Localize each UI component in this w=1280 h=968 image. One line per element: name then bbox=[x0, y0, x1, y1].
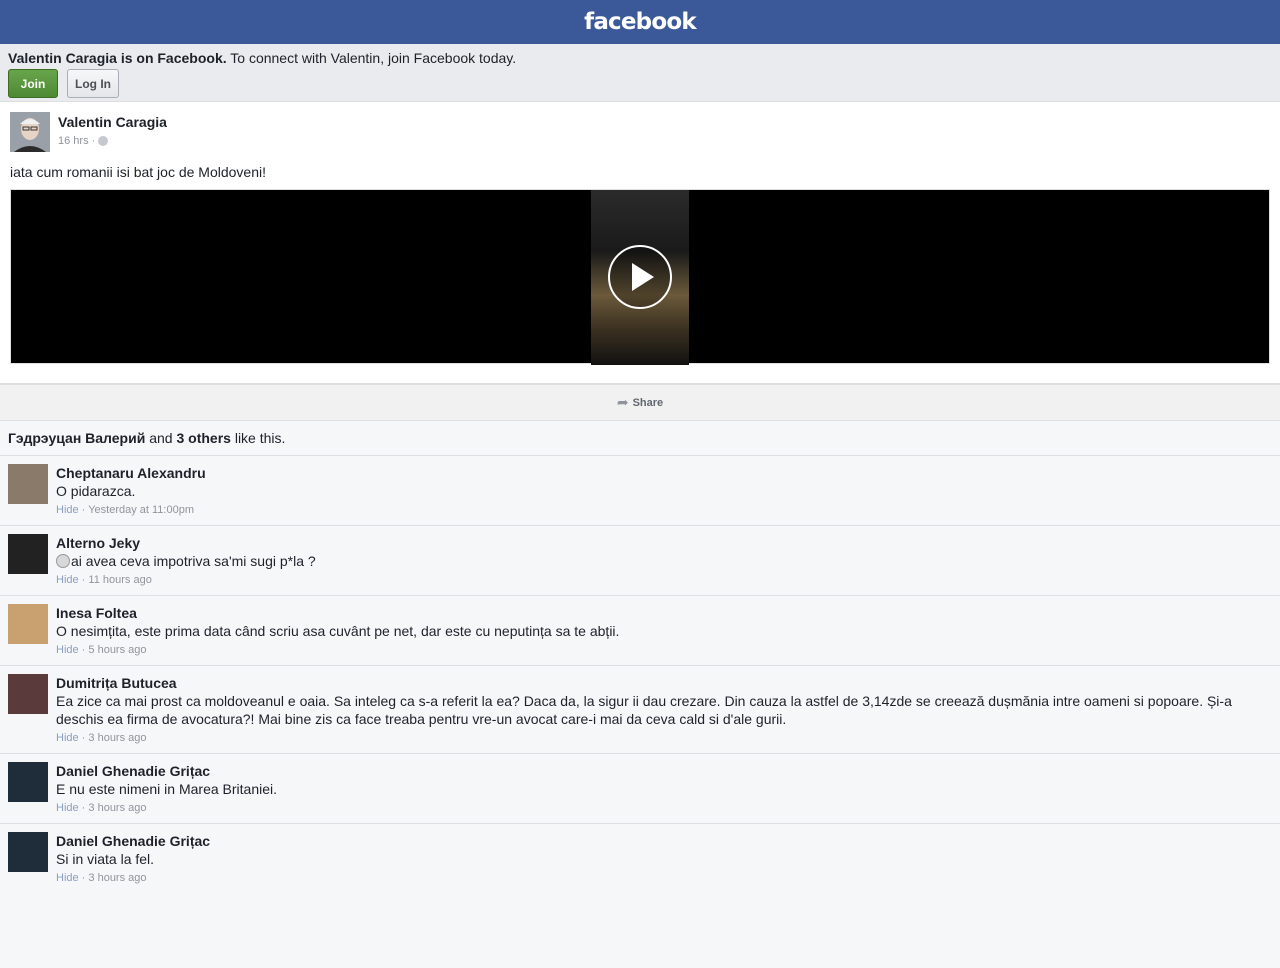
likes-summary: Гэдрэуцан Валерий and 3 others like this… bbox=[0, 421, 1280, 456]
likes-tail: like this. bbox=[234, 430, 286, 446]
post-meta: 16 hrs · bbox=[58, 135, 167, 147]
join-banner: Valentin Caragia is on Facebook. To conn… bbox=[0, 44, 1280, 102]
comment-meta: Hide · 11 hours ago bbox=[56, 574, 152, 586]
commenter-avatar[interactable] bbox=[8, 534, 48, 574]
post-author-avatar[interactable] bbox=[10, 112, 50, 152]
share-label: Share bbox=[632, 396, 664, 409]
post-author-name[interactable]: Valentin Caragia bbox=[58, 114, 167, 130]
hide-link[interactable]: Hide bbox=[56, 644, 79, 656]
hide-link[interactable]: Hide bbox=[56, 732, 79, 744]
likes-and: and bbox=[149, 430, 173, 446]
comment-meta: Hide · 5 hours ago bbox=[56, 644, 147, 656]
comment: Daniel Ghenadie Grițac E nu este nimeni … bbox=[0, 754, 1280, 824]
comment: Daniel Ghenadie Grițac Si in viata la fe… bbox=[0, 824, 1280, 893]
post-time[interactable]: 16 hrs · bbox=[58, 135, 95, 147]
emoji-icon bbox=[56, 554, 70, 568]
comment-list: Cheptanaru Alexandru O pidarazca. Hide ·… bbox=[0, 456, 1280, 893]
comment: Inesa Foltea O nesimțita, este prima dat… bbox=[0, 596, 1280, 666]
comment-body: Dumitrița Butucea Ea zice ca mai prost c… bbox=[56, 674, 1272, 753]
comment-body: Daniel Ghenadie Grițac Si in viata la fe… bbox=[56, 832, 210, 893]
comment: Dumitrița Butucea Ea zice ca mai prost c… bbox=[0, 666, 1280, 754]
comment-body: Alterno Jeky ai avea ceva impotriva sa'm… bbox=[56, 534, 316, 595]
join-name-bold: Valentin Caragia is on Facebook. bbox=[8, 50, 227, 66]
commenter-name[interactable]: Daniel Ghenadie Grițac bbox=[56, 762, 277, 780]
comment-meta: Hide · 3 hours ago bbox=[56, 802, 147, 814]
join-rest-text: To connect with Valentin, join Facebook … bbox=[230, 50, 517, 66]
comment-meta: Hide · 3 hours ago bbox=[56, 872, 147, 884]
commenter-name[interactable]: Daniel Ghenadie Grițac bbox=[56, 832, 210, 850]
hide-link[interactable]: Hide bbox=[56, 872, 79, 884]
hide-link[interactable]: Hide bbox=[56, 802, 79, 814]
commenter-name[interactable]: Cheptanaru Alexandru bbox=[56, 464, 206, 482]
comment-time[interactable]: 5 hours ago bbox=[88, 644, 146, 656]
comment-text: O pidarazca. bbox=[56, 483, 136, 499]
comment-text: E nu este nimeni in Marea Britaniei. bbox=[56, 781, 277, 797]
hide-link[interactable]: Hide bbox=[56, 574, 79, 586]
facebook-logo[interactable]: facebook bbox=[584, 9, 697, 35]
join-button[interactable]: Join bbox=[8, 69, 58, 98]
comment-text: O nesimțita, este prima data când scriu … bbox=[56, 623, 620, 639]
comment-time[interactable]: 3 hours ago bbox=[88, 732, 146, 744]
hide-link[interactable]: Hide bbox=[56, 504, 79, 516]
comment-time[interactable]: 11 hours ago bbox=[88, 574, 151, 586]
top-bar: facebook bbox=[0, 0, 1280, 44]
globe-icon bbox=[98, 136, 109, 146]
post-text: iata cum romanii isi bat joc de Moldoven… bbox=[10, 164, 267, 180]
commenter-avatar[interactable] bbox=[8, 464, 48, 504]
comment-text: Si in viata la fel. bbox=[56, 851, 155, 867]
commenter-avatar[interactable] bbox=[8, 604, 48, 644]
share-button[interactable]: ➦ Share bbox=[0, 384, 1280, 421]
share-arrow-icon: ➦ bbox=[616, 394, 629, 410]
commenter-avatar[interactable] bbox=[8, 674, 48, 714]
post-author-block: Valentin Caragia 16 hrs · bbox=[58, 112, 167, 147]
post: Valentin Caragia 16 hrs · iata cum roman… bbox=[0, 102, 1280, 384]
comment-body: Daniel Ghenadie Grițac E nu este nimeni … bbox=[56, 762, 277, 823]
commenter-avatar[interactable] bbox=[8, 832, 48, 872]
comment-time[interactable]: 3 hours ago bbox=[88, 802, 146, 814]
comment-body: Inesa Foltea O nesimțita, este prima dat… bbox=[56, 604, 619, 665]
video-player[interactable] bbox=[10, 189, 1270, 365]
comment-meta: Hide · 3 hours ago bbox=[56, 732, 147, 744]
comment-meta: Hide · Yesterday at 11:00pm bbox=[56, 504, 194, 516]
post-header: Valentin Caragia 16 hrs · bbox=[10, 112, 1270, 152]
comment-time[interactable]: Yesterday at 11:00pm bbox=[88, 504, 194, 516]
comment-text-wrap: ai avea ceva impotriva sa'mi sugi p*la ? bbox=[56, 552, 316, 570]
comment: Alterno Jeky ai avea ceva impotriva sa'm… bbox=[0, 526, 1280, 596]
comment-time[interactable]: 3 hours ago bbox=[88, 872, 146, 884]
comment-text: ai avea ceva impotriva sa'mi sugi p*la ? bbox=[71, 553, 316, 569]
commenter-avatar[interactable] bbox=[8, 762, 48, 802]
join-message: Valentin Caragia is on Facebook. To conn… bbox=[8, 50, 1272, 66]
commenter-name[interactable]: Dumitrița Butucea bbox=[56, 674, 1272, 692]
likes-name[interactable]: Гэдрэуцан Валерий bbox=[8, 430, 145, 446]
comment-text: Ea zice ca mai prost ca moldoveanul e oa… bbox=[56, 693, 1232, 727]
login-button[interactable]: Log In bbox=[67, 69, 119, 98]
comment: Cheptanaru Alexandru O pidarazca. Hide ·… bbox=[0, 456, 1280, 526]
comment-body: Cheptanaru Alexandru O pidarazca. Hide ·… bbox=[56, 464, 206, 525]
likes-others[interactable]: 3 others bbox=[176, 430, 230, 446]
play-icon[interactable] bbox=[608, 245, 672, 309]
commenter-name[interactable]: Inesa Foltea bbox=[56, 604, 619, 622]
join-button-row: Join Log In bbox=[8, 69, 1272, 98]
commenter-name[interactable]: Alterno Jeky bbox=[56, 534, 316, 552]
